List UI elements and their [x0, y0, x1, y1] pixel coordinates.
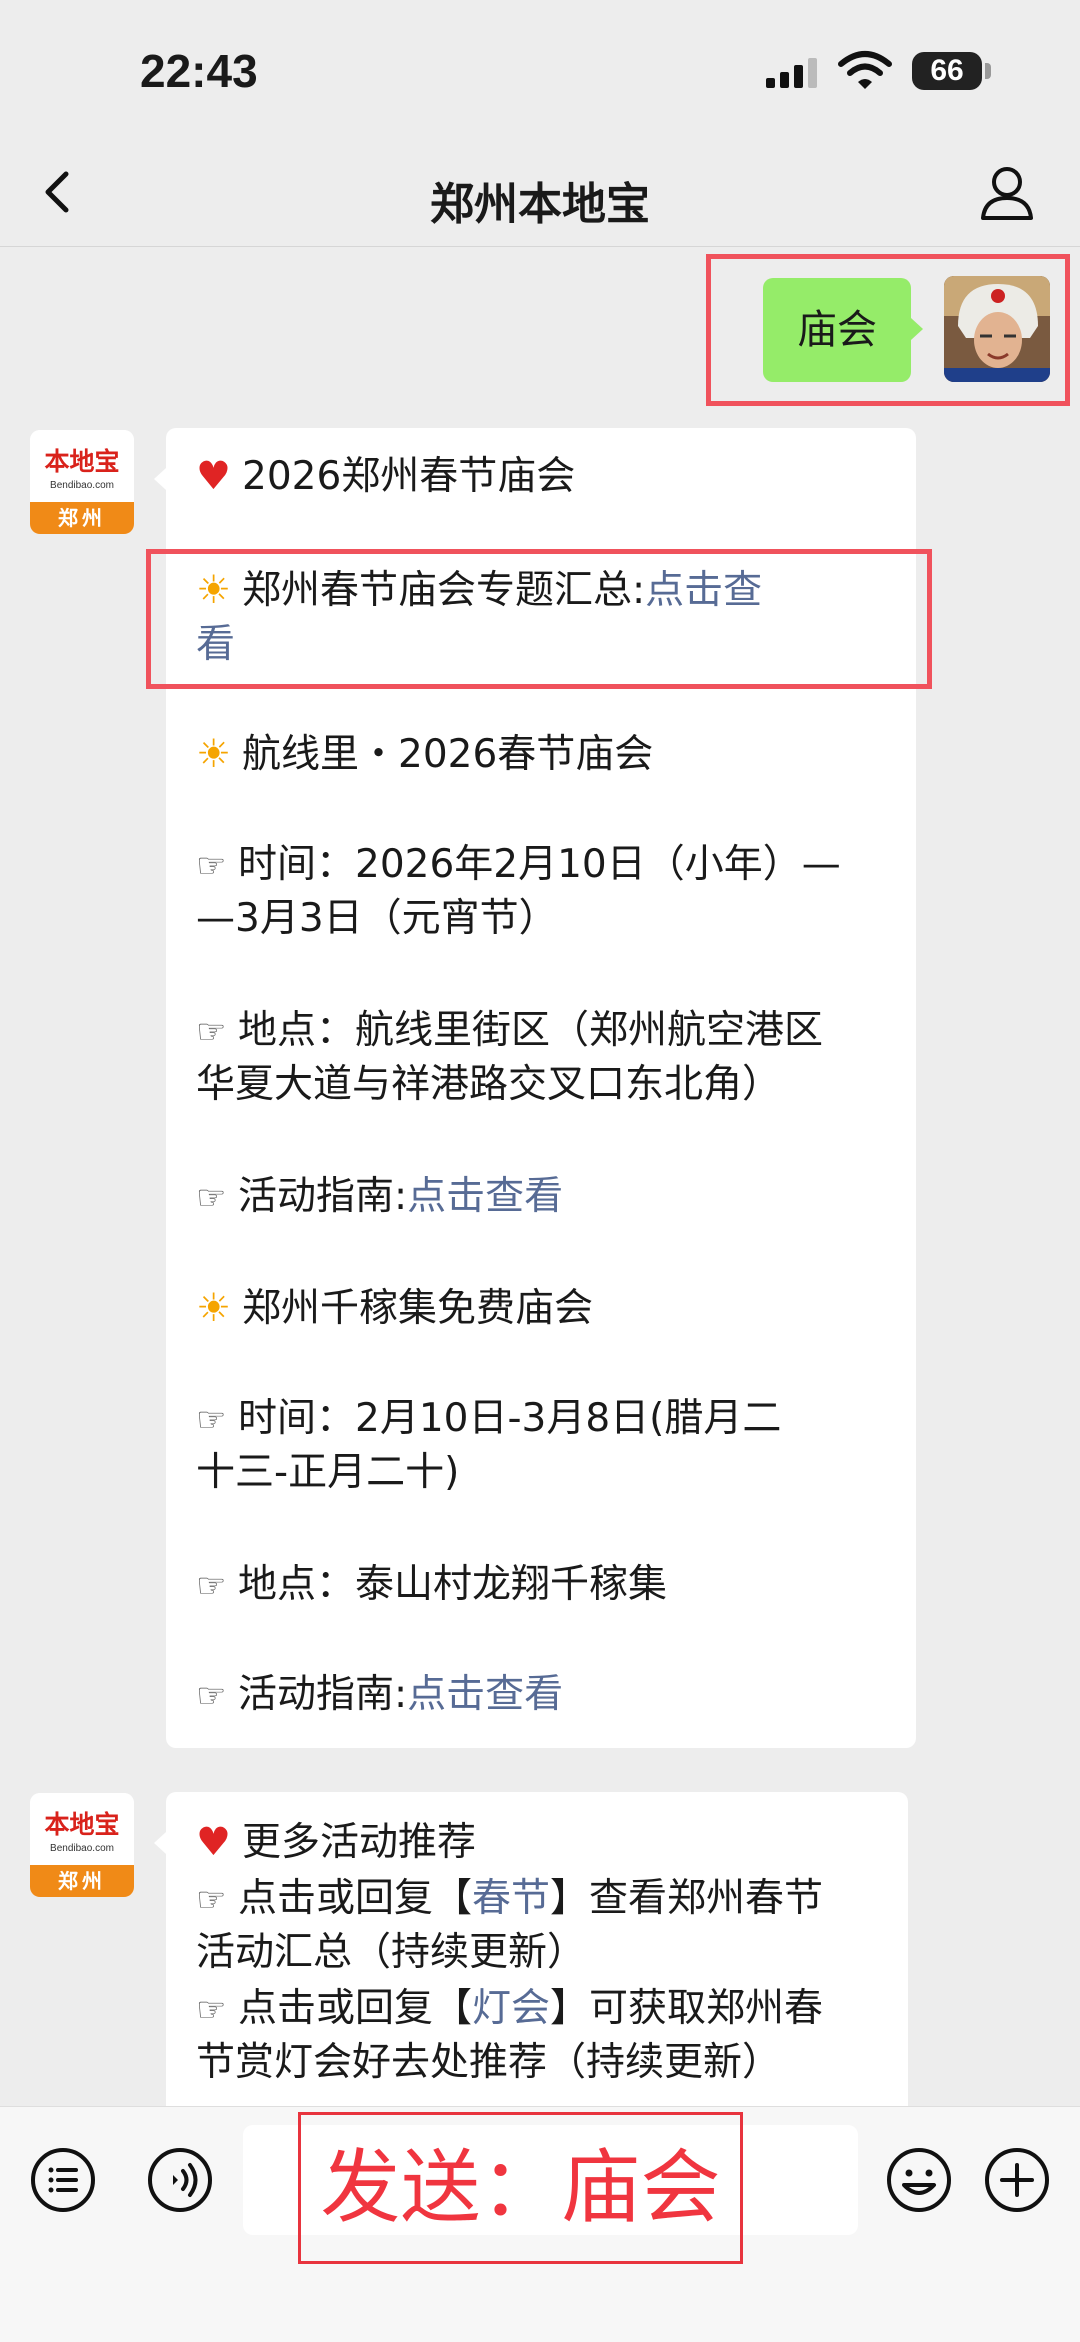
pointing-hand-icon: ☞ — [196, 1880, 227, 1920]
lantern-fair-link[interactable]: 灯会 — [472, 1986, 550, 2031]
wifi-icon — [838, 51, 892, 89]
heart-icon: ♥ — [196, 454, 231, 499]
pointing-hand-icon: ☞ — [196, 1566, 227, 1606]
pointing-hand-icon: ☞ — [196, 1012, 227, 1052]
avatar-site: Bendibao.com — [50, 480, 114, 491]
event2-time-cont: 十三-正月二十) — [196, 1450, 460, 1495]
official-account-avatar[interactable]: 本地宝 Bendibao.com 郑州 — [30, 1793, 134, 1897]
event2-guide-link[interactable]: 点击查看 — [407, 1672, 563, 1717]
event1-place-cont: 华夏大道与祥港路交叉口东北角） — [196, 1062, 782, 1107]
avatar-site: Bendibao.com — [50, 1843, 114, 1854]
event2-time: ☞ 时间：2月10日-3月8日(腊月二 — [196, 1392, 896, 1447]
event1-time: ☞ 时间：2026年2月10日（小年）— — [196, 838, 896, 893]
chat-header: 郑州本地宝 — [0, 140, 1080, 247]
voice-icon[interactable] — [145, 2145, 215, 2215]
emoji-icon[interactable] — [884, 2145, 954, 2215]
avatar-city: 郑州 — [30, 502, 134, 534]
chat-title: 郑州本地宝 — [430, 179, 650, 230]
heart-icon: ♥ — [196, 1820, 231, 1865]
pointing-hand-icon: ☞ — [196, 846, 227, 886]
sun-icon: ☀ — [196, 1286, 231, 1331]
pointing-hand-icon: ☞ — [196, 1400, 227, 1440]
event2-place: ☞ 地点：泰山村龙翔千稼集 — [196, 1558, 896, 1613]
status-bar: 22:43 66 — [0, 0, 1080, 140]
official-account-avatar[interactable]: 本地宝 Bendibao.com 郑州 — [30, 430, 134, 534]
more-item-2-cont: 节赏灯会好去处推荐（持续更新） — [196, 2040, 782, 2085]
pointing-hand-icon: ☞ — [196, 1676, 227, 1716]
battery-tip — [985, 63, 991, 79]
event1-place: ☞ 地点：航线里街区（郑州航空港区 — [196, 1004, 896, 1059]
avatar-brand: 本地宝 — [44, 1810, 120, 1839]
battery-icon: 66 — [912, 52, 982, 90]
summary-highlight — [146, 549, 932, 689]
avatar-city: 郑州 — [30, 1865, 134, 1897]
plus-icon[interactable] — [982, 2145, 1052, 2215]
more-item-1-cont: 活动汇总（持续更新） — [196, 1930, 587, 1975]
status-time: 22:43 — [140, 45, 258, 97]
incoming-message-bubble: ♥ 更多活动推荐 ☞ 点击或回复【春节】查看郑州春节 活动汇总（持续更新） ☞ 点击或… — [154, 1792, 908, 2122]
event1-guide: ☞ 活动指南:点击查看 — [196, 1170, 896, 1225]
spring-festival-link[interactable]: 春节 — [472, 1876, 550, 1921]
reply-title: ♥ 2026郑州春节庙会 — [196, 450, 896, 504]
event1-title: ☀ 航线里・2026春节庙会 — [196, 728, 896, 782]
more-item-1: ☞ 点击或回复【春节】查看郑州春节 — [196, 1872, 896, 1927]
event2-guide: ☞ 活动指南:点击查看 — [196, 1668, 896, 1723]
signal-icon — [766, 58, 817, 88]
user-avatar[interactable] — [944, 276, 1050, 382]
sun-icon: ☀ — [196, 732, 231, 777]
more-item-2: ☞ 点击或回复【灯会】可获取郑州春 — [196, 1982, 896, 2037]
menu-icon[interactable] — [28, 2145, 98, 2215]
outgoing-message-bubble[interactable]: 庙会 — [763, 278, 923, 382]
pointing-hand-icon: ☞ — [196, 1178, 227, 1218]
profile-icon[interactable] — [975, 160, 1039, 224]
avatar-brand: 本地宝 — [44, 447, 120, 476]
event2-title: ☀ 郑州千稼集免费庙会 — [196, 1282, 896, 1336]
event1-guide-link[interactable]: 点击查看 — [407, 1174, 563, 1219]
event1-time-cont: —3月3日（元宵节） — [196, 896, 558, 941]
more-title: ♥ 更多活动推荐 — [196, 1816, 896, 1870]
send-annotation: 发送：庙会 — [298, 2112, 743, 2264]
pointing-hand-icon: ☞ — [196, 1990, 227, 2030]
